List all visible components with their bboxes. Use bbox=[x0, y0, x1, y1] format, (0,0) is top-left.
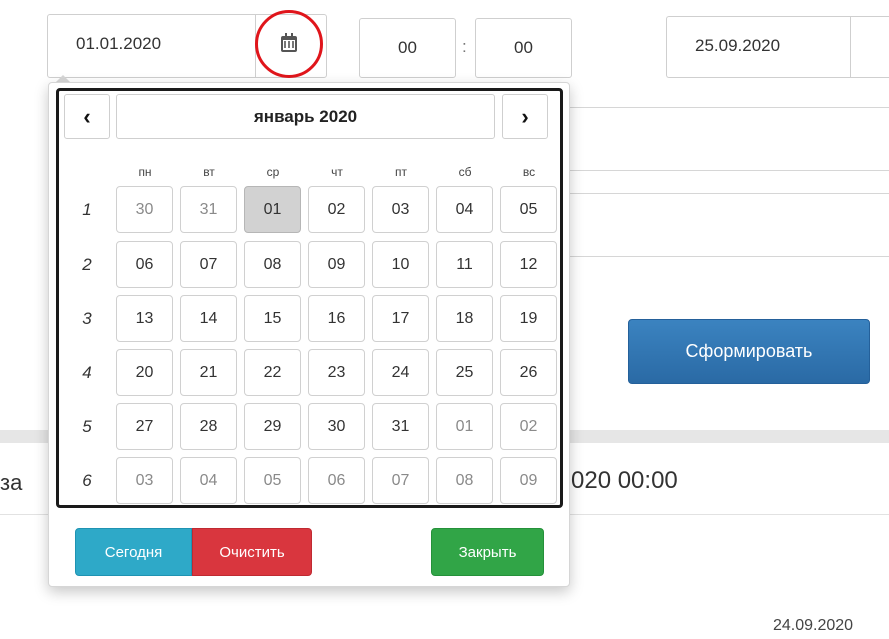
day-cell[interactable]: 28 bbox=[180, 403, 237, 450]
day-cell[interactable]: 05 bbox=[244, 457, 301, 504]
week-number: 5 bbox=[82, 417, 92, 436]
clear-button[interactable]: Очистить bbox=[192, 528, 312, 576]
day-cell[interactable]: 09 bbox=[308, 241, 365, 288]
time-separator: : bbox=[462, 37, 467, 56]
week-number: 6 bbox=[82, 471, 92, 490]
day-cell[interactable]: 30 bbox=[116, 186, 173, 233]
day-cell[interactable]: 06 bbox=[308, 457, 365, 504]
weekday-header: вт bbox=[203, 165, 215, 179]
day-cell[interactable]: 09 bbox=[500, 457, 557, 504]
date-to-divider bbox=[850, 16, 851, 78]
weekday-header: пт bbox=[395, 165, 407, 179]
filter-field-1[interactable] bbox=[520, 107, 889, 171]
row-date: 24.09.2020 bbox=[773, 617, 854, 634]
day-cell[interactable]: 05 bbox=[500, 186, 557, 233]
day-cell[interactable]: 15 bbox=[244, 295, 301, 342]
weekday-header: ср bbox=[266, 165, 280, 179]
day-cell[interactable]: 13 bbox=[116, 295, 173, 342]
calendar-icon bbox=[281, 33, 297, 52]
day-cell[interactable]: 16 bbox=[308, 295, 365, 342]
day-cell[interactable]: 23 bbox=[308, 349, 365, 396]
day-cell[interactable]: 12 bbox=[500, 241, 557, 288]
day-cell[interactable]: 29 bbox=[244, 403, 301, 450]
day-cell[interactable]: 08 bbox=[436, 457, 493, 504]
day-cell[interactable]: 24 bbox=[372, 349, 429, 396]
weekday-header: чт bbox=[331, 165, 343, 179]
date-from-value: 01.01.2020 bbox=[76, 34, 162, 53]
day-cell[interactable]: 17 bbox=[372, 295, 429, 342]
day-cell[interactable]: 01 bbox=[436, 403, 493, 450]
day-cell[interactable]: 02 bbox=[500, 403, 557, 450]
day-cell[interactable]: 20 bbox=[116, 349, 173, 396]
week-number: 2 bbox=[82, 255, 92, 274]
week-number: 4 bbox=[82, 363, 92, 382]
weekday-header: сб bbox=[458, 165, 472, 179]
week-number: 3 bbox=[82, 309, 92, 328]
prev-month-button[interactable]: ‹ bbox=[64, 94, 110, 139]
close-button[interactable]: Закрыть bbox=[431, 528, 544, 576]
report-title-suffix: 020 00:00 bbox=[571, 467, 678, 494]
next-month-button[interactable]: › bbox=[502, 94, 548, 139]
day-cell[interactable]: 06 bbox=[116, 241, 173, 288]
day-cell[interactable]: 27 bbox=[116, 403, 173, 450]
day-cell[interactable]: 07 bbox=[372, 457, 429, 504]
day-cell[interactable]: 10 bbox=[372, 241, 429, 288]
date-to-value: 25.09.2020 bbox=[695, 36, 781, 55]
day-cell[interactable]: 07 bbox=[180, 241, 237, 288]
day-cell[interactable]: 14 bbox=[180, 295, 237, 342]
day-cell[interactable]: 30 bbox=[308, 403, 365, 450]
day-cell[interactable]: 25 bbox=[436, 349, 493, 396]
calendar-toggle-button[interactable] bbox=[255, 10, 323, 78]
day-cell[interactable]: 04 bbox=[180, 457, 237, 504]
day-cell[interactable]: 01 bbox=[244, 186, 301, 233]
report-title-prefix: за bbox=[0, 470, 23, 495]
week-number: 1 bbox=[82, 200, 92, 219]
day-cell[interactable]: 26 bbox=[500, 349, 557, 396]
day-cell[interactable]: 04 bbox=[436, 186, 493, 233]
day-cell[interactable]: 31 bbox=[180, 186, 237, 233]
day-cell[interactable]: 21 bbox=[180, 349, 237, 396]
day-cell[interactable]: 31 bbox=[372, 403, 429, 450]
generate-button[interactable]: Сформировать bbox=[628, 319, 870, 384]
month-title-button[interactable]: январь 2020 bbox=[116, 94, 495, 139]
today-button[interactable]: Сегодня bbox=[75, 528, 192, 576]
weekday-header: пн bbox=[138, 165, 152, 179]
weekday-header: вс bbox=[522, 165, 536, 179]
hour-input[interactable]: 00 bbox=[359, 18, 456, 78]
minute-input[interactable]: 00 bbox=[475, 18, 572, 78]
filter-field-2[interactable] bbox=[520, 193, 889, 257]
day-cell[interactable]: 08 bbox=[244, 241, 301, 288]
day-cell[interactable]: 19 bbox=[500, 295, 557, 342]
day-cell[interactable]: 03 bbox=[116, 457, 173, 504]
day-cell[interactable]: 02 bbox=[308, 186, 365, 233]
day-cell[interactable]: 22 bbox=[244, 349, 301, 396]
day-cell[interactable]: 18 bbox=[436, 295, 493, 342]
day-cell[interactable]: 11 bbox=[436, 241, 493, 288]
day-cell[interactable]: 03 bbox=[372, 186, 429, 233]
